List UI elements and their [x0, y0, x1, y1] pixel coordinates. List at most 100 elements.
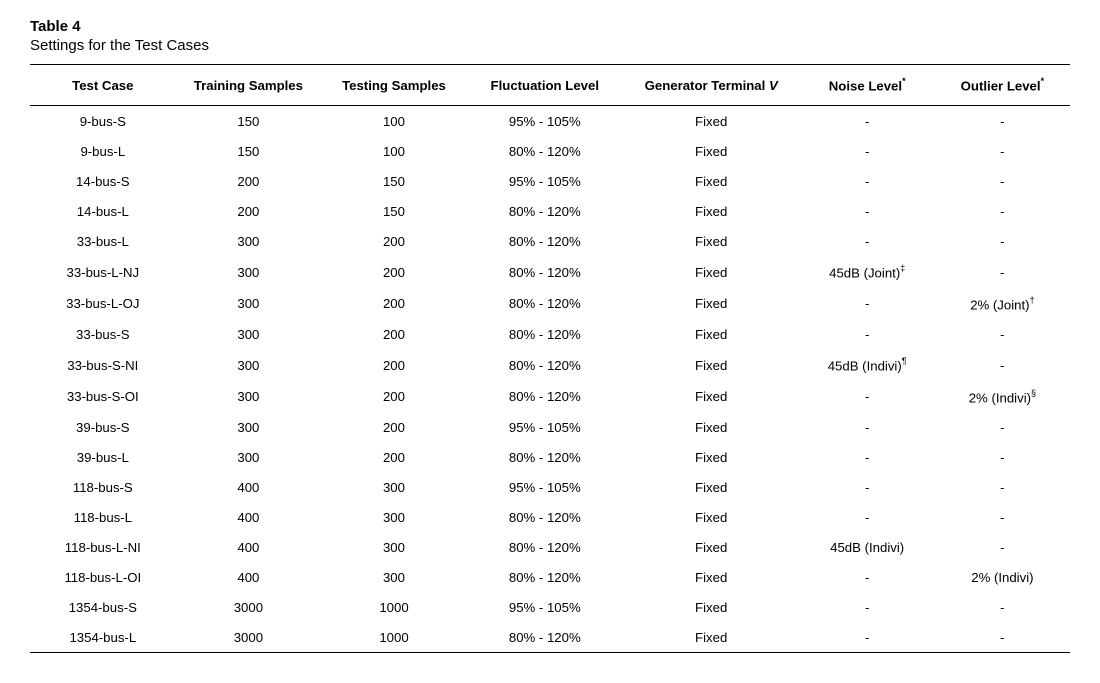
cell-generator-v: Fixed [623, 472, 800, 502]
cell-noise-level: - [800, 472, 935, 502]
cell-fluctuation: 80% - 120% [467, 136, 623, 166]
cell-outlier-value: - [1000, 510, 1004, 525]
cell-outlier-value: - [1000, 265, 1004, 280]
table-caption: Settings for the Test Cases [30, 37, 1070, 54]
cell-outlier-level: 2% (Joint)† [935, 288, 1070, 319]
cell-outlier-value: - [1000, 327, 1004, 342]
cell-noise-mark: ¶ [902, 356, 907, 366]
cell-outlier-value: - [1000, 144, 1004, 159]
cell-testing: 200 [321, 288, 467, 319]
cell-noise-value: - [865, 389, 869, 404]
cell-outlier-value: 2% (Indivi) [971, 570, 1033, 585]
cell-noise-value: - [865, 600, 869, 615]
cell-outlier-value: - [1000, 540, 1004, 555]
cell-testing: 200 [321, 381, 467, 412]
cell-noise-level: - [800, 592, 935, 622]
cell-outlier-level: - [935, 532, 1070, 562]
cell-outlier-level: - [935, 349, 1070, 380]
cell-outlier-level: - [935, 412, 1070, 442]
cell-training: 300 [176, 319, 322, 349]
cell-outlier-level: - [935, 592, 1070, 622]
cell-noise-value: 45dB (Joint) [829, 266, 900, 281]
col-header-testing-samples: Testing Samples [321, 65, 467, 106]
cell-noise-value: - [865, 114, 869, 129]
cell-noise-value: 45dB (Indivi) [830, 540, 904, 555]
cell-training: 3000 [176, 592, 322, 622]
table-row: 118-bus-L40030080% - 120%Fixed-- [30, 502, 1070, 532]
cell-noise-level: - [800, 412, 935, 442]
cell-outlier-value: - [1000, 174, 1004, 189]
cell-test-case: 33-bus-L-NJ [30, 256, 176, 287]
cell-training: 200 [176, 196, 322, 226]
table-row: 33-bus-S30020080% - 120%Fixed-- [30, 319, 1070, 349]
cell-fluctuation: 80% - 120% [467, 532, 623, 562]
col-header-noise-level: Noise Level* [800, 65, 935, 106]
col-header-generator-v: Generator Terminal V [623, 65, 800, 106]
cell-test-case: 33-bus-L [30, 226, 176, 256]
cell-noise-value: - [865, 450, 869, 465]
cell-noise-value: - [865, 144, 869, 159]
col-header-noise-label: Noise Level [829, 78, 902, 93]
cell-outlier-value: - [1000, 358, 1004, 373]
cell-fluctuation: 80% - 120% [467, 381, 623, 412]
cell-fluctuation: 80% - 120% [467, 442, 623, 472]
cell-noise-level: 45dB (Indivi) [800, 532, 935, 562]
cell-testing: 200 [321, 412, 467, 442]
col-header-outlier-level: Outlier Level* [935, 65, 1070, 106]
cell-fluctuation: 80% - 120% [467, 349, 623, 380]
table-row: 9-bus-L15010080% - 120%Fixed-- [30, 136, 1070, 166]
cell-noise-value: 45dB (Indivi) [828, 359, 902, 374]
cell-noise-level: - [800, 502, 935, 532]
cell-outlier-value: 2% (Joint) [970, 297, 1029, 312]
cell-fluctuation: 80% - 120% [467, 622, 623, 653]
table-row: 33-bus-S-NI30020080% - 120%Fixed45dB (In… [30, 349, 1070, 380]
cell-testing: 300 [321, 562, 467, 592]
cell-generator-v: Fixed [623, 622, 800, 653]
cell-testing: 200 [321, 319, 467, 349]
cell-noise-level: - [800, 381, 935, 412]
cell-noise-value: - [865, 204, 869, 219]
cell-fluctuation: 80% - 120% [467, 288, 623, 319]
cell-noise-level: - [800, 288, 935, 319]
cell-test-case: 14-bus-L [30, 196, 176, 226]
cell-testing: 150 [321, 196, 467, 226]
cell-outlier-level: 2% (Indivi) [935, 562, 1070, 592]
cell-fluctuation: 80% - 120% [467, 562, 623, 592]
table-row: 9-bus-S15010095% - 105%Fixed-- [30, 106, 1070, 137]
cell-generator-v: Fixed [623, 532, 800, 562]
table-row: 14-bus-S20015095% - 105%Fixed-- [30, 166, 1070, 196]
cell-outlier-value: - [1000, 600, 1004, 615]
cell-noise-value: - [865, 296, 869, 311]
cell-testing: 300 [321, 502, 467, 532]
cell-outlier-level: 2% (Indivi)§ [935, 381, 1070, 412]
table-row: 118-bus-L-OI40030080% - 120%Fixed-2% (In… [30, 562, 1070, 592]
cell-outlier-value: - [1000, 204, 1004, 219]
cell-noise-value: - [865, 174, 869, 189]
cell-fluctuation: 95% - 105% [467, 106, 623, 137]
cell-fluctuation: 95% - 105% [467, 592, 623, 622]
cell-noise-level: - [800, 106, 935, 137]
cell-noise-level: - [800, 226, 935, 256]
cell-fluctuation: 80% - 120% [467, 502, 623, 532]
cell-generator-v: Fixed [623, 562, 800, 592]
cell-outlier-level: - [935, 196, 1070, 226]
col-header-fluctuation: Fluctuation Level [467, 65, 623, 106]
cell-noise-level: 45dB (Indivi)¶ [800, 349, 935, 380]
table-row: 1354-bus-L3000100080% - 120%Fixed-- [30, 622, 1070, 653]
cell-testing: 1000 [321, 622, 467, 653]
table-row: 1354-bus-S3000100095% - 105%Fixed-- [30, 592, 1070, 622]
cell-outlier-mark: § [1031, 388, 1036, 398]
cell-training: 400 [176, 562, 322, 592]
cell-outlier-level: - [935, 472, 1070, 502]
cell-outlier-level: - [935, 256, 1070, 287]
cell-noise-level: - [800, 136, 935, 166]
cell-outlier-value: 2% (Indivi) [969, 390, 1031, 405]
cell-outlier-level: - [935, 502, 1070, 532]
table-row: 33-bus-L30020080% - 120%Fixed-- [30, 226, 1070, 256]
cell-fluctuation: 80% - 120% [467, 196, 623, 226]
cell-outlier-level: - [935, 136, 1070, 166]
cell-noise-level: - [800, 442, 935, 472]
cell-test-case: 33-bus-L-OJ [30, 288, 176, 319]
cell-noise-value: - [865, 630, 869, 645]
cell-noise-value: - [865, 327, 869, 342]
